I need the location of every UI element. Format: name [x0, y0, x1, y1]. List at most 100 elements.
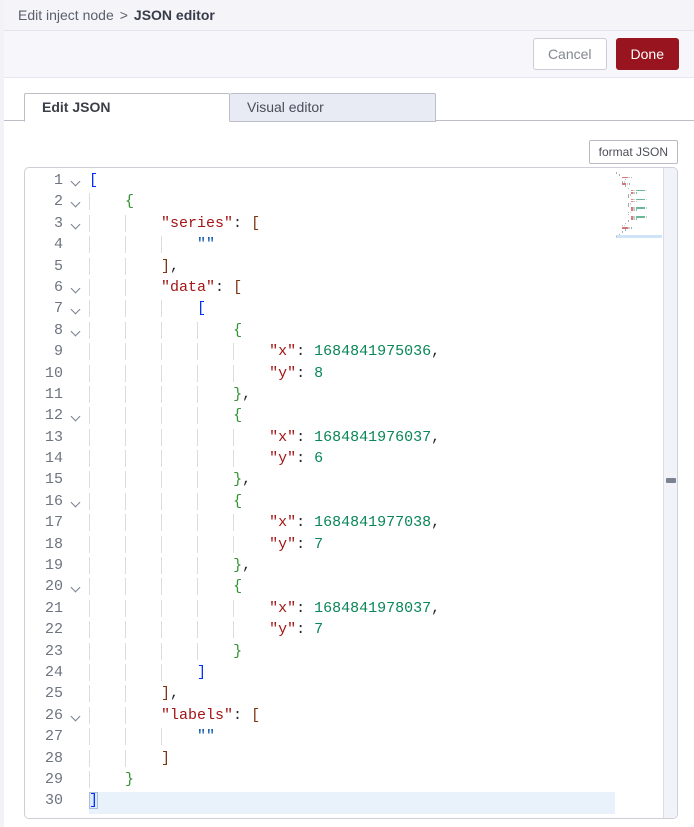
code-line[interactable]: 13 "x": 1684841976037,	[25, 429, 615, 450]
code-line[interactable]: 6 "data": [	[25, 279, 615, 300]
line-number: 25	[25, 685, 63, 706]
gutter: 10	[25, 365, 89, 386]
code-line[interactable]: 21 "x": 1684841978037,	[25, 600, 615, 621]
code-text[interactable]: "y": 7	[89, 621, 615, 638]
breadcrumb: Edit inject node > JSON editor	[4, 0, 694, 31]
line-number: 5	[25, 258, 63, 279]
breadcrumb-parent-link[interactable]: Edit inject node	[18, 7, 114, 23]
fold-toggle-chevron-down-icon[interactable]	[63, 578, 89, 599]
code-line[interactable]: 23 }	[25, 643, 615, 664]
fold-spacer	[63, 258, 89, 279]
line-number: 20	[25, 578, 63, 599]
code-text[interactable]: {	[89, 407, 615, 424]
fold-toggle-chevron-down-icon[interactable]	[63, 407, 89, 428]
minimap[interactable]	[616, 172, 662, 238]
code-text[interactable]: {	[89, 493, 615, 510]
fold-toggle-chevron-down-icon[interactable]	[63, 493, 89, 514]
code-text[interactable]: },	[89, 386, 615, 403]
gutter: 16	[25, 493, 89, 514]
gutter: 19	[25, 557, 89, 578]
line-number: 28	[25, 750, 63, 771]
code-line[interactable]: 17 "x": 1684841977038,	[25, 514, 615, 535]
line-number: 3	[25, 215, 63, 236]
code-text[interactable]: "x": 1684841975036,	[89, 343, 615, 360]
fold-toggle-chevron-down-icon[interactable]	[63, 279, 89, 300]
line-number: 23	[25, 643, 63, 664]
code-line[interactable]: 7 [	[25, 300, 615, 321]
gutter: 12	[25, 407, 89, 428]
scrollbar-track[interactable]	[663, 168, 677, 818]
code-line[interactable]: 8 {	[25, 322, 615, 343]
code-text[interactable]: ],	[89, 685, 615, 702]
tab-visual-editor[interactable]: Visual editor	[230, 93, 436, 122]
code-text[interactable]: ]	[89, 664, 615, 681]
scrollbar-thumb[interactable]	[666, 478, 676, 483]
code-line[interactable]: 1[	[25, 172, 615, 193]
code-line[interactable]: 2 {	[25, 193, 615, 214]
gutter: 11	[25, 386, 89, 407]
code-line[interactable]: 18 "y": 7	[25, 536, 615, 557]
fold-spacer	[63, 792, 89, 813]
code-text[interactable]: {	[89, 193, 615, 210]
code-line[interactable]: 27 ""	[25, 728, 615, 749]
code-text[interactable]: "labels": [	[89, 707, 615, 724]
fold-toggle-chevron-down-icon[interactable]	[63, 215, 89, 236]
code-line[interactable]: 5 ],	[25, 258, 615, 279]
code-text[interactable]: [	[89, 300, 615, 317]
code-line[interactable]: 15 },	[25, 471, 615, 492]
cancel-button[interactable]: Cancel	[533, 38, 607, 70]
code-text[interactable]: },	[89, 557, 615, 574]
code-line[interactable]: 16 {	[25, 493, 615, 514]
code-text[interactable]: {	[89, 322, 615, 339]
code-text[interactable]: "x": 1684841978037,	[89, 600, 615, 617]
line-number: 2	[25, 193, 63, 214]
code-line[interactable]: 9 "x": 1684841975036,	[25, 343, 615, 364]
code-line[interactable]: 30]	[25, 792, 615, 813]
code-line[interactable]: 25 ],	[25, 685, 615, 706]
code-line[interactable]: 10 "y": 8	[25, 365, 615, 386]
code-text[interactable]: ]	[89, 792, 615, 809]
code-text[interactable]: {	[89, 578, 615, 595]
gutter: 26	[25, 707, 89, 728]
code-line[interactable]: 11 },	[25, 386, 615, 407]
code-text[interactable]: "x": 1684841977038,	[89, 514, 615, 531]
json-code-editor[interactable]: 1[2 {3 "series": [4 ""5 ],6 "data": [7 […	[24, 167, 678, 819]
done-button[interactable]: Done	[616, 38, 679, 70]
code-line[interactable]: 22 "y": 7	[25, 621, 615, 642]
code-text[interactable]: }	[89, 771, 615, 788]
code-text[interactable]: [	[89, 172, 615, 189]
fold-toggle-chevron-down-icon[interactable]	[63, 193, 89, 214]
code-line[interactable]: 24 ]	[25, 664, 615, 685]
code-text[interactable]: },	[89, 471, 615, 488]
code-text[interactable]: ],	[89, 258, 615, 275]
code-text[interactable]: ""	[89, 728, 615, 745]
code-text[interactable]: "y": 8	[89, 365, 615, 382]
format-json-button[interactable]: format JSON	[589, 140, 678, 164]
code-text[interactable]: "y": 6	[89, 450, 615, 467]
fold-toggle-chevron-down-icon[interactable]	[63, 707, 89, 728]
fold-toggle-chevron-down-icon[interactable]	[63, 300, 89, 321]
code-line[interactable]: 4 ""	[25, 236, 615, 257]
code-text[interactable]: "x": 1684841976037,	[89, 429, 615, 446]
code-line[interactable]: 20 {	[25, 578, 615, 599]
fold-toggle-chevron-down-icon[interactable]	[63, 172, 89, 193]
tab-edit-json[interactable]: Edit JSON	[24, 93, 230, 122]
code-text[interactable]: ]	[89, 750, 615, 767]
code-line[interactable]: 3 "series": [	[25, 215, 615, 236]
code-line[interactable]: 14 "y": 6	[25, 450, 615, 471]
gutter: 21	[25, 600, 89, 621]
fold-spacer	[63, 750, 89, 771]
code-text[interactable]: ""	[89, 236, 615, 253]
fold-spacer	[63, 771, 89, 792]
code-line[interactable]: 29 }	[25, 771, 615, 792]
line-number: 6	[25, 279, 63, 300]
code-line[interactable]: 28 ]	[25, 750, 615, 771]
code-text[interactable]: "series": [	[89, 215, 615, 232]
code-line[interactable]: 12 {	[25, 407, 615, 428]
code-text[interactable]: "y": 7	[89, 536, 615, 553]
fold-toggle-chevron-down-icon[interactable]	[63, 322, 89, 343]
code-text[interactable]: "data": [	[89, 279, 615, 296]
code-text[interactable]: }	[89, 643, 615, 660]
code-line[interactable]: 26 "labels": [	[25, 707, 615, 728]
code-line[interactable]: 19 },	[25, 557, 615, 578]
